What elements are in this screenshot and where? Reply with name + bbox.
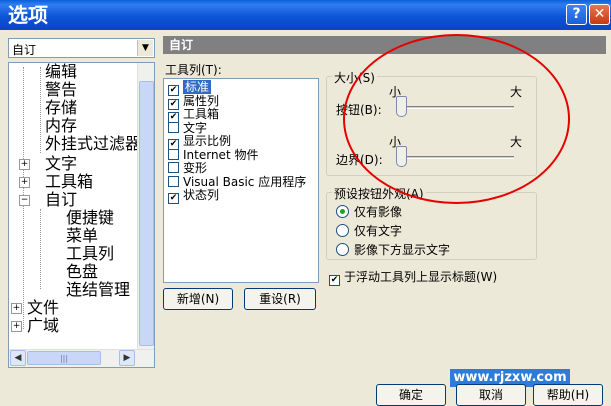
close-icon[interactable]: ✕: [589, 4, 610, 25]
toolbar-list-item-label: Internet 物件: [183, 147, 259, 162]
annotation-circle: [343, 34, 570, 204]
options-tree[interactable]: 编辑 警告 存储 内存 外挂式过滤器 + 文字 + 工具箱 − 自订 便捷键 菜单 工具列 色盘 连结管理 + 文…: [8, 62, 155, 368]
tree-item[interactable]: 广域: [27, 317, 59, 335]
toolbar-list-item[interactable]: ✔ 显示比例: [168, 134, 232, 150]
checkbox[interactable]: [168, 175, 179, 187]
chevron-down-icon[interactable]: ▼: [137, 40, 153, 56]
tree-item[interactable]: 警告: [45, 81, 77, 99]
ok-button[interactable]: 确定: [376, 384, 446, 406]
tree-item[interactable]: 编辑: [45, 63, 77, 81]
toolbar-list-item-label: 状态列: [183, 188, 220, 202]
floating-titles-label: 于浮动工具列上显示标题(W): [344, 270, 498, 284]
tree-item[interactable]: 便捷键: [66, 209, 114, 227]
floating-titles-option[interactable]: ✔ 于浮动工具列上显示标题(W): [329, 268, 497, 286]
help-icon[interactable]: ?: [566, 4, 587, 25]
radio-label: 仅有影像: [354, 205, 403, 219]
tree-guide-line: [40, 67, 41, 153]
toolbar-list-item-label: 标准: [183, 80, 212, 94]
radio-button[interactable]: [336, 224, 349, 237]
toolbar-list-item[interactable]: 变形: [168, 162, 207, 175]
expand-collapse-icon[interactable]: +: [19, 177, 30, 188]
checkbox[interactable]: [168, 148, 179, 160]
vertical-scrollbar[interactable]: ▼: [137, 63, 154, 365]
cancel-button[interactable]: 取消: [456, 384, 526, 406]
checkbox[interactable]: [168, 162, 179, 173]
section-header: 自订: [163, 36, 606, 54]
toolbar-list-item[interactable]: ✔ 标准: [168, 80, 212, 96]
toolbar-list-item-label: 工具箱: [183, 107, 220, 121]
scroll-right-icon[interactable]: ▶: [119, 350, 135, 366]
checkbox[interactable]: ✔: [168, 193, 179, 204]
toolbar-list-item[interactable]: Visual Basic 应用程序: [168, 174, 307, 189]
expand-collapse-icon[interactable]: −: [19, 195, 30, 206]
tree-item[interactable]: 外挂式过滤器: [45, 135, 141, 153]
tree-item[interactable]: 文字: [45, 155, 77, 173]
toolbar-list-item-label: Visual Basic 应用程序: [183, 174, 307, 189]
toolbar-list-item-label: 属性列: [183, 93, 220, 108]
toolbar-list-item-label: 变形: [183, 161, 208, 175]
checkbox[interactable]: [168, 121, 179, 133]
tree-item[interactable]: 自订: [45, 191, 77, 209]
tree-guide-line: [40, 209, 41, 289]
tree-item[interactable]: 存储: [45, 99, 77, 117]
toolbar-list-item-label: 显示比例: [183, 134, 232, 148]
reset-button[interactable]: 重设(R): [244, 288, 316, 310]
toolbar-list-label: 工具列(T):: [165, 63, 222, 77]
tree-item[interactable]: 工具箱: [45, 173, 93, 191]
title-bar: [0, 0, 611, 30]
radio-label: 仅有文字: [354, 224, 403, 238]
radio-button[interactable]: [336, 243, 349, 256]
expand-collapse-icon[interactable]: +: [19, 159, 30, 170]
toolbar-list-item[interactable]: ✔ 属性列: [168, 93, 220, 110]
tree-item[interactable]: 内存: [45, 117, 77, 135]
toolbar-list-item[interactable]: ✔ 工具箱: [168, 107, 220, 123]
toolbar-list-item-label: 文字: [183, 120, 208, 135]
tree-item[interactable]: 工具列: [66, 245, 114, 263]
tree-item[interactable]: 菜单: [66, 227, 98, 245]
radio-label: 影像下方显示文字: [354, 243, 451, 257]
expand-collapse-icon[interactable]: +: [11, 303, 22, 314]
expand-collapse-icon[interactable]: +: [11, 321, 22, 332]
scroll-thumb[interactable]: [139, 81, 154, 346]
toolbar-list-item[interactable]: Internet 物件: [168, 147, 259, 162]
scroll-left-icon[interactable]: ◀: [10, 350, 26, 366]
scroll-thumb[interactable]: |||: [27, 351, 101, 365]
appearance-radio-option[interactable]: 仅有文字: [336, 222, 402, 239]
tree-item[interactable]: 文件: [27, 299, 59, 317]
tree-item[interactable]: 连结管理: [66, 281, 130, 299]
appearance-radio-option[interactable]: 仅有影像: [336, 203, 402, 220]
help-button[interactable]: 帮助(H): [533, 384, 603, 406]
appearance-radio-option[interactable]: 影像下方显示文字: [336, 241, 450, 258]
horizontal-scrollbar[interactable]: ◀ ||| ▶: [9, 349, 154, 367]
radio-button[interactable]: [336, 205, 349, 218]
window-title: 选项: [8, 3, 48, 27]
toolbar-list-item[interactable]: 文字: [168, 120, 208, 135]
toolbar-list[interactable]: ✔ 标准 ✔ 属性列 ✔ 工具箱 文字 ✔ 显示比例 Internet 物件 变形 Visual Ba…: [163, 78, 319, 283]
tree-item[interactable]: 色盘: [66, 263, 98, 281]
checkbox[interactable]: ✔: [329, 275, 340, 286]
combo-value: 自订: [12, 43, 37, 57]
category-combobox[interactable]: 自订 ▼: [8, 38, 155, 58]
toolbar-list-item[interactable]: ✔ 状态列: [168, 188, 220, 204]
new-button[interactable]: 新增(N): [163, 288, 233, 310]
